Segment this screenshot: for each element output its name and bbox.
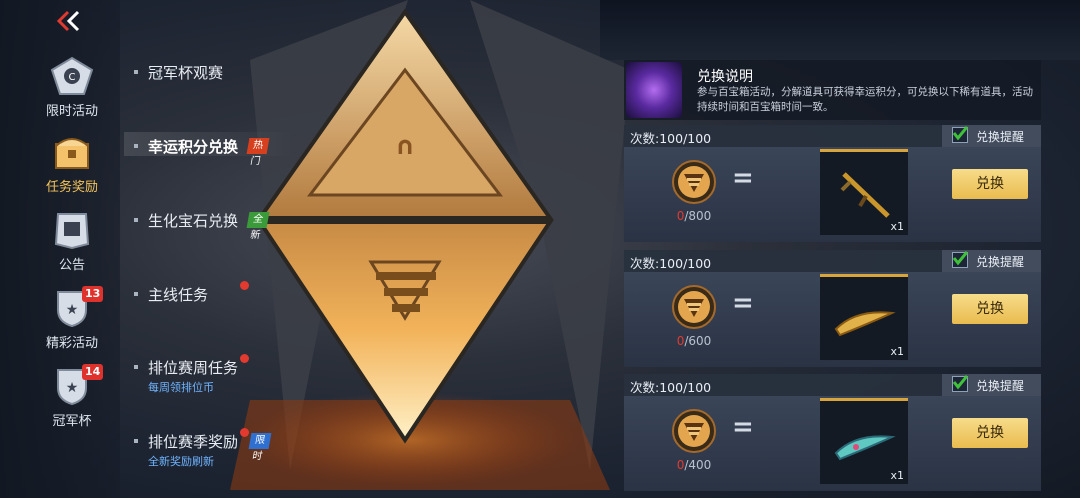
exchange-reminder-toggle[interactable]: 兑换提醒 <box>942 125 1041 147</box>
reward-item-slot[interactable]: x1 <box>820 398 908 484</box>
reward-quantity: x1 <box>890 220 904 233</box>
purple-orb-icon <box>626 62 682 118</box>
exchange-button[interactable]: 兑换 <box>952 169 1028 199</box>
lucky-point-coin-icon <box>672 160 716 204</box>
card-body: 0/600 = x1 兑换 <box>624 272 1041 367</box>
exchange-reminder-toggle[interactable]: 兑换提醒 <box>942 374 1041 396</box>
equals-sign: = <box>732 288 754 318</box>
menu-item-label: 幸运积分兑换 <box>148 138 239 156</box>
reminder-label: 兑换提醒 <box>976 379 1025 393</box>
reminder-label: 兑换提醒 <box>976 255 1025 269</box>
hot-tag: 热门 <box>246 138 270 167</box>
info-description: 参与百宝箱活动，分解道具可获得幸运积分，可兑换以下稀有道具，活动持续时间和百宝箱… <box>697 86 1033 113</box>
red-dot-indicator <box>240 281 249 290</box>
lucky-point-coin-icon <box>672 409 716 453</box>
exchange-reminder-toggle[interactable]: 兑换提醒 <box>942 250 1041 272</box>
gold-knife-icon <box>834 311 896 337</box>
exchange-button[interactable]: 兑换 <box>952 294 1028 324</box>
exchange-count: 次数:100/100 <box>630 131 712 146</box>
treasure-chest-icon <box>55 138 89 169</box>
rail-item-label: 冠军杯 <box>52 414 92 429</box>
lucky-points-emblem-art: ᐢ <box>230 0 630 490</box>
checkbox[interactable] <box>952 126 968 143</box>
notification-badge: 14 <box>82 364 104 380</box>
background-panel <box>600 0 1080 60</box>
checkmark-icon <box>952 375 968 390</box>
card-header: 次数:100/100 兑换提醒 <box>624 374 1041 396</box>
limited-tag: 限时 <box>248 433 272 462</box>
points-progress: 0/400 <box>676 458 712 472</box>
svg-text:ᐢ: ᐢ <box>396 127 414 181</box>
red-dot-indicator <box>240 354 249 363</box>
rail-item-label: 精彩活动 <box>45 336 98 351</box>
reward-quantity: x1 <box>890 345 904 358</box>
notice-board-icon <box>54 213 90 250</box>
svg-text:C: C <box>69 72 76 83</box>
notification-badge: 13 <box>82 286 104 302</box>
exchange-count: 次数:100/100 <box>630 380 712 395</box>
left-nav-rail: C 限时活动 任务奖励 公告 ★ 13 精彩活动 ★ 14 冠军杯 <box>0 0 120 498</box>
exchange-card: 次数:100/100 兑换提醒 0/400 = x1 兑换 <box>624 374 1041 491</box>
rail-item-champion-cup[interactable]: ★ 14 冠军杯 <box>24 364 120 432</box>
rail-item-label: 限时活动 <box>45 104 98 119</box>
menu-item-label: 排位赛周任务 <box>148 359 239 377</box>
bullet <box>134 218 138 222</box>
bullet <box>134 365 138 369</box>
new-tag: 全新 <box>246 212 270 241</box>
svg-text:★: ★ <box>66 380 79 396</box>
lucky-point-coin-icon <box>672 285 716 329</box>
exchange-button[interactable]: 兑换 <box>952 418 1028 448</box>
jade-knife-icon <box>834 435 896 461</box>
menu-item-subtitle: 全新奖励刷新 <box>148 455 214 468</box>
bullet <box>134 292 138 296</box>
rail-item-label: 公告 <box>58 258 85 273</box>
card-body: 0/800 = x1 兑换 <box>624 147 1041 242</box>
menu-item-subtitle: 每周领排位币 <box>148 381 214 394</box>
reminder-label: 兑换提醒 <box>976 130 1025 144</box>
reward-quantity: x1 <box>890 469 904 482</box>
rail-item-task-reward[interactable]: 任务奖励 <box>24 132 120 198</box>
menu-item-label: 主线任务 <box>148 286 209 304</box>
bullet <box>134 144 138 148</box>
double-chevron-left-icon <box>56 10 80 32</box>
rail-item-limited-event[interactable]: C 限时活动 <box>24 56 120 122</box>
info-title: 兑换说明 <box>697 69 753 85</box>
red-dot-indicator <box>240 428 249 437</box>
exchange-info-panel: 兑换说明 参与百宝箱活动，分解道具可获得幸运积分，可兑换以下稀有道具，活动持续时… <box>624 60 1041 120</box>
rail-item-featured-event[interactable]: ★ 13 精彩活动 <box>24 286 120 354</box>
card-header: 次数:100/100 兑换提醒 <box>624 125 1041 147</box>
c-emblem-icon: C <box>50 56 94 95</box>
exchange-count: 次数:100/100 <box>630 256 712 271</box>
rail-item-label: 任务奖励 <box>45 180 98 195</box>
points-progress: 0/800 <box>676 209 712 223</box>
checkbox[interactable] <box>952 375 968 392</box>
exchange-card: 次数:100/100 兑换提醒 0/800 = x1 兑换 <box>624 125 1041 242</box>
equals-sign: = <box>732 412 754 442</box>
exchange-card: 次数:100/100 兑换提醒 0/600 = x1 兑换 <box>624 250 1041 367</box>
points-progress: 0/600 <box>676 334 712 348</box>
equals-sign: = <box>732 163 754 193</box>
rifle-icon <box>840 172 890 218</box>
reward-item-slot[interactable]: x1 <box>820 149 908 235</box>
checkmark-icon <box>952 126 968 141</box>
svg-text:★: ★ <box>66 302 79 318</box>
checkbox[interactable] <box>952 251 968 268</box>
card-header: 次数:100/100 兑换提醒 <box>624 250 1041 272</box>
back-button[interactable] <box>54 8 84 34</box>
menu-item-label: 排位赛季奖励 <box>148 433 239 451</box>
rail-item-notice[interactable]: 公告 <box>24 210 120 276</box>
card-body: 0/400 = x1 兑换 <box>624 396 1041 491</box>
reward-item-slot[interactable]: x1 <box>820 274 908 360</box>
bullet <box>134 439 138 443</box>
bullet <box>134 70 138 74</box>
menu-item-label: 生化宝石兑换 <box>148 212 239 230</box>
menu-item-label: 冠军杯观赛 <box>148 64 224 82</box>
checkmark-icon <box>952 251 968 266</box>
